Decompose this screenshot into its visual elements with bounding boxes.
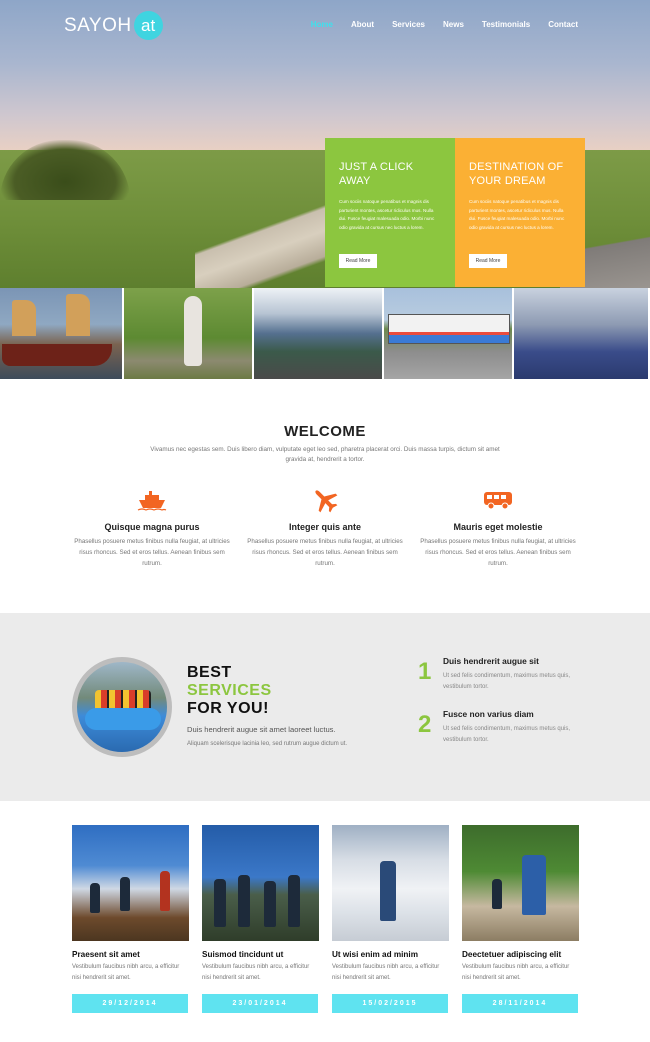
promo-title: JUST A CLICK AWAY <box>339 161 414 187</box>
welcome-text: Vivamus nec egestas sem. Duis libero dia… <box>150 446 500 463</box>
feature-title: Mauris eget molestie <box>453 522 543 532</box>
feature-airplane: Integer quis ante Phasellus posuere metu… <box>243 487 407 569</box>
logo-text: SAYOH <box>64 15 132 36</box>
step-text: Ut sed felis condimentum, maximus metus … <box>443 673 571 690</box>
post-date: 29/12/2014 <box>72 994 188 1013</box>
service-step-2: 2 Fusce non varius diam Ut sed felis con… <box>418 709 588 746</box>
promo-title: DESTINATION OF YOUR DREAM <box>469 161 564 187</box>
services-heading: BEST SERVICES FOR YOU! <box>187 664 272 718</box>
service-step-1: 1 Duis hendrerit augue sit Ut sed felis … <box>418 656 588 693</box>
post-excerpt: Vestibulum faucibus nibh arcu, a efficit… <box>72 964 180 981</box>
feature-bus: Mauris eget molestie Phasellus posuere m… <box>416 487 580 569</box>
post-date: 15/02/2015 <box>332 994 448 1013</box>
feature-text: Phasellus posuere metus finibus nulla fe… <box>247 538 403 567</box>
post-title[interactable]: Praesent sit amet <box>72 950 189 959</box>
post-title[interactable]: Deectetuer adipiscing elit <box>462 950 579 959</box>
post-date: 28/11/2014 <box>462 994 578 1013</box>
step-number: 1 <box>418 658 432 685</box>
nav-home[interactable]: Home <box>311 20 333 29</box>
post-excerpt: Vestibulum faucibus nibh arcu, a efficit… <box>462 964 570 981</box>
gallery-photo-mountain-road[interactable] <box>254 288 384 379</box>
nav-news[interactable]: News <box>443 20 464 29</box>
gallery-photo-bus[interactable] <box>384 288 514 379</box>
services-heading-line1: BEST <box>187 664 232 681</box>
feature-ship: Quisque magna purus Phasellus posuere me… <box>70 487 234 569</box>
rafting-raft <box>85 708 161 730</box>
site-logo[interactable]: SAYOH at <box>64 11 163 40</box>
boat-sail <box>66 294 90 336</box>
logo-badge: at <box>133 11 163 40</box>
blog-post: Praesent sit amet Vestibulum faucibus ni… <box>72 825 189 1013</box>
promo-card-click-away: JUST A CLICK AWAY Cum sociis natoque pen… <box>325 138 455 287</box>
nav-contact[interactable]: Contact <box>548 20 578 29</box>
services-heading-line3: FOR YOU! <box>187 700 269 717</box>
welcome-title: WELCOME <box>284 423 366 440</box>
nav-services[interactable]: Services <box>392 20 425 29</box>
feature-title: Integer quis ante <box>288 522 361 532</box>
gallery-photo-traveler[interactable] <box>124 288 254 379</box>
promo-body: Cum sociis natoque penatibus et magnis d… <box>469 199 565 230</box>
step-text: Ut sed felis condimentum, maximus metus … <box>443 726 571 743</box>
gallery-photo-junk-boat[interactable] <box>0 288 124 379</box>
services-description: Aliquam scelerisque lacinia leo, sed rut… <box>187 741 348 747</box>
boat-sail <box>12 300 36 336</box>
feature-title: Quisque magna purus <box>104 522 200 532</box>
photo-gallery <box>0 288 650 379</box>
step-title: Duis hendrerit augue sit <box>443 656 539 666</box>
traveler-figure <box>184 296 202 366</box>
blog-post: Ut wisi enim ad minim Vestibulum faucibu… <box>332 825 449 1013</box>
post-image-cyclists[interactable] <box>462 825 579 941</box>
read-more-button[interactable]: Read More <box>469 254 507 268</box>
bus-icon <box>416 487 580 513</box>
airplane-icon <box>243 487 407 513</box>
step-number: 2 <box>418 711 432 738</box>
nav-testimonials[interactable]: Testimonials <box>482 20 530 29</box>
rafting-photo <box>72 657 172 757</box>
blog-post: Deectetuer adipiscing elit Vestibulum fa… <box>462 825 579 1013</box>
step-title: Fusce non varius diam <box>443 709 534 719</box>
hero-trees <box>0 140 130 200</box>
blog-post: Suismod tincidunt ut Vestibulum faucibus… <box>202 825 319 1013</box>
services-subtitle: Duis hendrerit augue sit amet laoreet lu… <box>187 725 336 734</box>
read-more-button[interactable]: Read More <box>339 254 377 268</box>
promo-card-destination: DESTINATION OF YOUR DREAM Cum sociis nat… <box>455 138 585 287</box>
post-excerpt: Vestibulum faucibus nibh arcu, a efficit… <box>332 964 440 981</box>
nav-about[interactable]: About <box>351 20 374 29</box>
post-date: 23/01/2014 <box>202 994 318 1013</box>
post-title[interactable]: Ut wisi enim ad minim <box>332 950 449 959</box>
gallery-photo-plane-cabin[interactable] <box>514 288 650 379</box>
post-title[interactable]: Suismod tincidunt ut <box>202 950 319 959</box>
boat-hull <box>2 344 112 366</box>
feature-text: Phasellus posuere metus finibus nulla fe… <box>420 538 576 567</box>
feature-text: Phasellus posuere metus finibus nulla fe… <box>74 538 230 567</box>
main-nav: Home About Services News Testimonials Co… <box>293 20 578 29</box>
bus-shape <box>388 314 510 344</box>
ship-icon <box>70 487 234 513</box>
post-image-hikers-rocks[interactable] <box>72 825 189 941</box>
post-image-hiking-group[interactable] <box>202 825 319 941</box>
post-excerpt: Vestibulum faucibus nibh arcu, a efficit… <box>202 964 310 981</box>
services-heading-line2: SERVICES <box>187 682 272 699</box>
post-image-snow-hiker[interactable] <box>332 825 449 941</box>
promo-body: Cum sociis natoque penatibus et magnis d… <box>339 199 435 230</box>
